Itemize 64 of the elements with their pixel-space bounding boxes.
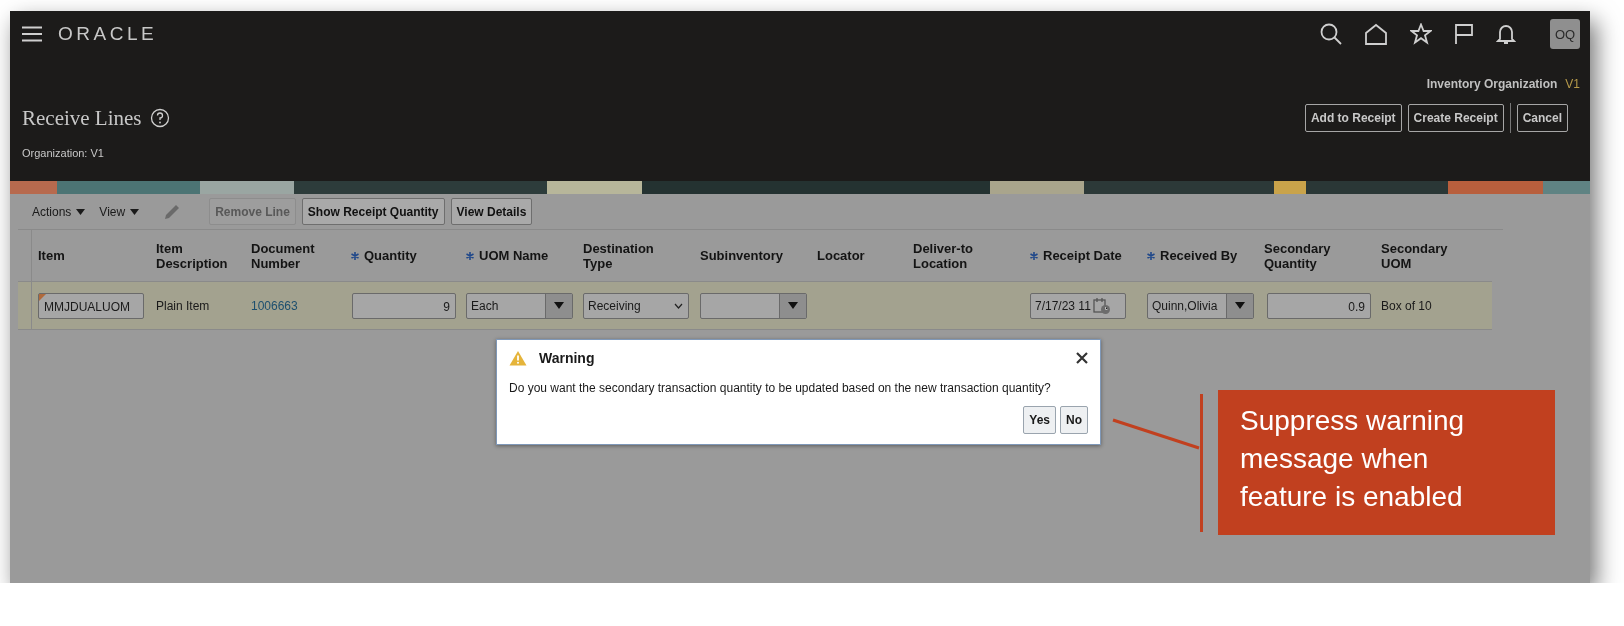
dropdown-button[interactable] bbox=[545, 293, 572, 318]
select-field[interactable]: Receiving bbox=[583, 292, 689, 319]
flag-icon[interactable] bbox=[1454, 23, 1474, 45]
caret-icon bbox=[130, 208, 140, 215]
date-field[interactable]: 7/17/23 11 bbox=[1030, 292, 1126, 319]
dialog-title: Warning bbox=[539, 350, 595, 366]
user-avatar[interactable]: OQ bbox=[1550, 19, 1580, 49]
table-cell: Plain Item bbox=[156, 298, 210, 313]
combo-field[interactable] bbox=[700, 292, 807, 319]
column-header[interactable]: Receipt Date bbox=[1043, 248, 1122, 263]
close-icon[interactable] bbox=[1076, 352, 1088, 364]
combo-field[interactable]: Each bbox=[466, 292, 573, 319]
quantity-field[interactable]: 9 bbox=[352, 292, 456, 319]
combo-field[interactable]: Quinn,Olivia bbox=[1147, 292, 1254, 319]
combo-value: Quinn,Olivia bbox=[1151, 297, 1219, 315]
organization-label: Organization: V1 bbox=[22, 147, 104, 159]
column-header[interactable]: UOM Name bbox=[479, 248, 549, 263]
calendar-clock-icon[interactable] bbox=[1092, 296, 1111, 315]
bell-icon[interactable] bbox=[1496, 23, 1516, 45]
dropdown-button[interactable] bbox=[779, 293, 806, 318]
warning-icon bbox=[509, 350, 527, 366]
column-header[interactable]: Destination Type bbox=[583, 240, 673, 271]
column-header[interactable]: Received By bbox=[1160, 248, 1238, 263]
page-title: Receive Lines bbox=[22, 105, 142, 131]
quantity-field[interactable]: 0.9 bbox=[1267, 292, 1371, 319]
header-button[interactable]: Cancel bbox=[1516, 104, 1568, 132]
header-button[interactable]: Add to Receipt bbox=[1304, 104, 1402, 132]
dialog-button[interactable]: Yes bbox=[1023, 406, 1056, 434]
date-value: 7/17/23 11 bbox=[1035, 298, 1091, 313]
column-header[interactable]: Quantity bbox=[364, 248, 417, 263]
brand-logo[interactable]: ORACLE bbox=[58, 23, 158, 45]
column-header[interactable]: Item Description bbox=[156, 240, 239, 271]
toolbar-button[interactable]: Show Receipt Quantity bbox=[301, 198, 445, 225]
column-header[interactable]: Item bbox=[38, 248, 65, 263]
caret-icon bbox=[788, 302, 798, 309]
menu-button[interactable]: Actions bbox=[28, 204, 90, 219]
caret-icon bbox=[554, 302, 564, 309]
context-value[interactable]: V1 bbox=[1565, 77, 1580, 91]
column-header[interactable]: Secondary Quantity bbox=[1264, 240, 1354, 271]
dropdown-button[interactable] bbox=[1226, 293, 1253, 318]
star-icon[interactable] bbox=[1410, 23, 1432, 45]
context-label: Inventory Organization bbox=[1426, 77, 1558, 91]
home-icon[interactable] bbox=[1364, 23, 1388, 45]
dialog-button[interactable]: No bbox=[1060, 406, 1088, 434]
column-header[interactable]: Deliver-to Location bbox=[913, 240, 1003, 271]
chevron-icon bbox=[674, 302, 683, 309]
select-value: Receiving bbox=[587, 297, 642, 315]
table-cell: Box of 10 bbox=[1381, 298, 1432, 313]
caret-icon bbox=[76, 208, 86, 215]
column-header[interactable]: Document Number bbox=[251, 240, 339, 271]
column-header[interactable]: Locator bbox=[817, 248, 865, 263]
item-field[interactable]: MMJDUALUOM bbox=[38, 292, 144, 319]
menu-button[interactable]: View bbox=[95, 204, 144, 219]
callout-text: Suppress warning message when feature is enabled bbox=[1240, 404, 1466, 514]
combo-value: Each bbox=[470, 297, 500, 315]
search-icon[interactable] bbox=[1320, 23, 1342, 45]
column-header[interactable]: Secondary UOM bbox=[1381, 240, 1471, 271]
header-button[interactable]: Create Receipt bbox=[1407, 104, 1504, 132]
document-link[interactable]: 1006663 bbox=[251, 298, 298, 313]
caret-icon bbox=[1235, 302, 1245, 309]
column-header[interactable]: Subinventory bbox=[700, 248, 784, 263]
menu-icon[interactable] bbox=[22, 26, 42, 42]
dialog-message: Do you want the secondary transaction quantity to be updated based on the new transaction quantity? bbox=[509, 381, 1052, 395]
toolbar-button[interactable]: View Details bbox=[450, 198, 533, 225]
